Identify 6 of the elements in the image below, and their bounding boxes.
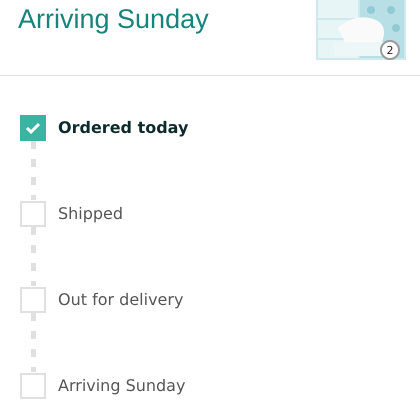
step-label: Shipped — [58, 204, 124, 223]
step-label: Ordered today — [58, 118, 188, 137]
delivery-title: Arriving Sunday — [18, 3, 209, 36]
check-icon — [25, 122, 41, 134]
step-label: Out for delivery — [58, 290, 184, 309]
step-label: Arriving Sunday — [58, 376, 186, 395]
